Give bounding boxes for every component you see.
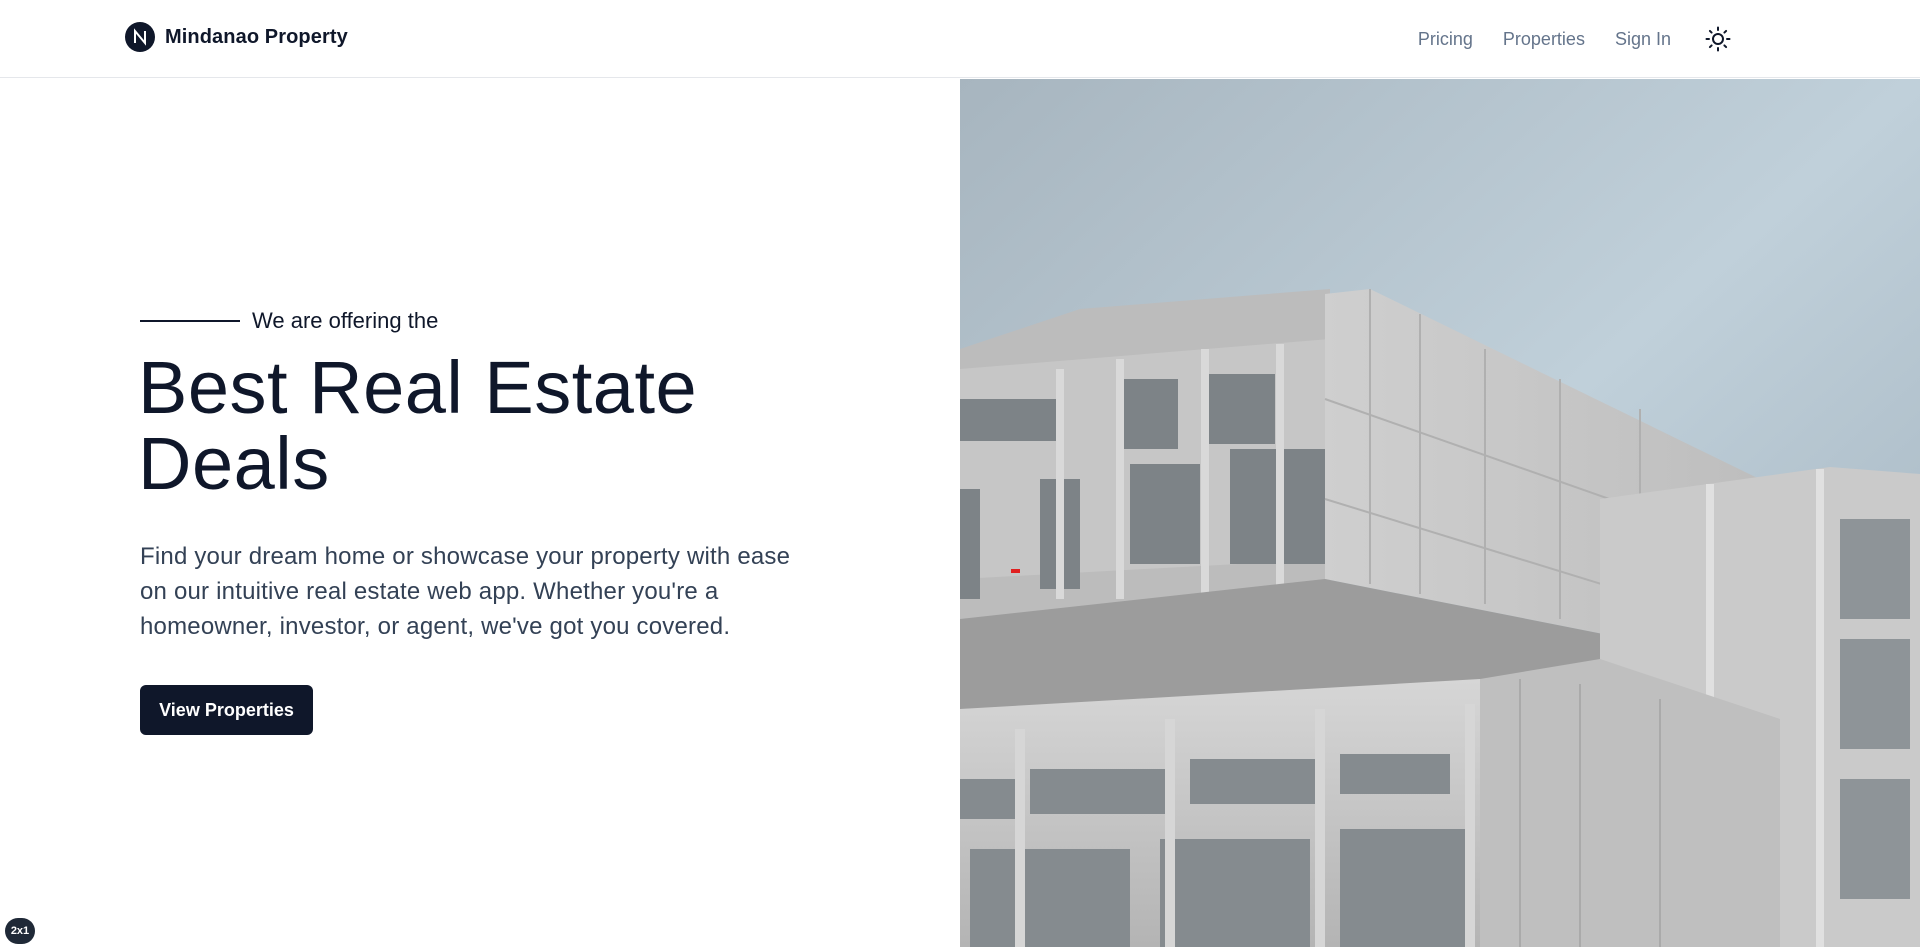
main-nav: Pricing Properties Sign In: [1418, 22, 1735, 56]
nav-pricing[interactable]: Pricing: [1418, 22, 1473, 56]
brand-name: Mindanao Property: [165, 25, 348, 48]
eyebrow-divider: [140, 320, 240, 322]
nav-properties[interactable]: Properties: [1503, 22, 1585, 56]
hero-eyebrow: We are offering the: [140, 308, 438, 334]
nav-sign-in[interactable]: Sign In: [1615, 22, 1671, 56]
hero-description: Find your dream home or showcase your pr…: [140, 543, 791, 640]
view-properties-button[interactable]: View Properties: [140, 685, 313, 735]
site-header: Mindanao Property Pricing Properties Sig…: [0, 0, 1920, 78]
hero-title: Best Real Estate Deals: [138, 346, 698, 505]
dev-badge[interactable]: 2x1: [5, 918, 35, 944]
n-logo-icon: [125, 22, 155, 52]
eyebrow-text: We are offering the: [252, 308, 439, 333]
modern-building-photo: [960, 79, 1920, 947]
brand-link[interactable]: Mindanao Property: [125, 22, 348, 52]
theme-toggle-button[interactable]: [1701, 22, 1735, 56]
sun-icon: [1705, 26, 1731, 52]
